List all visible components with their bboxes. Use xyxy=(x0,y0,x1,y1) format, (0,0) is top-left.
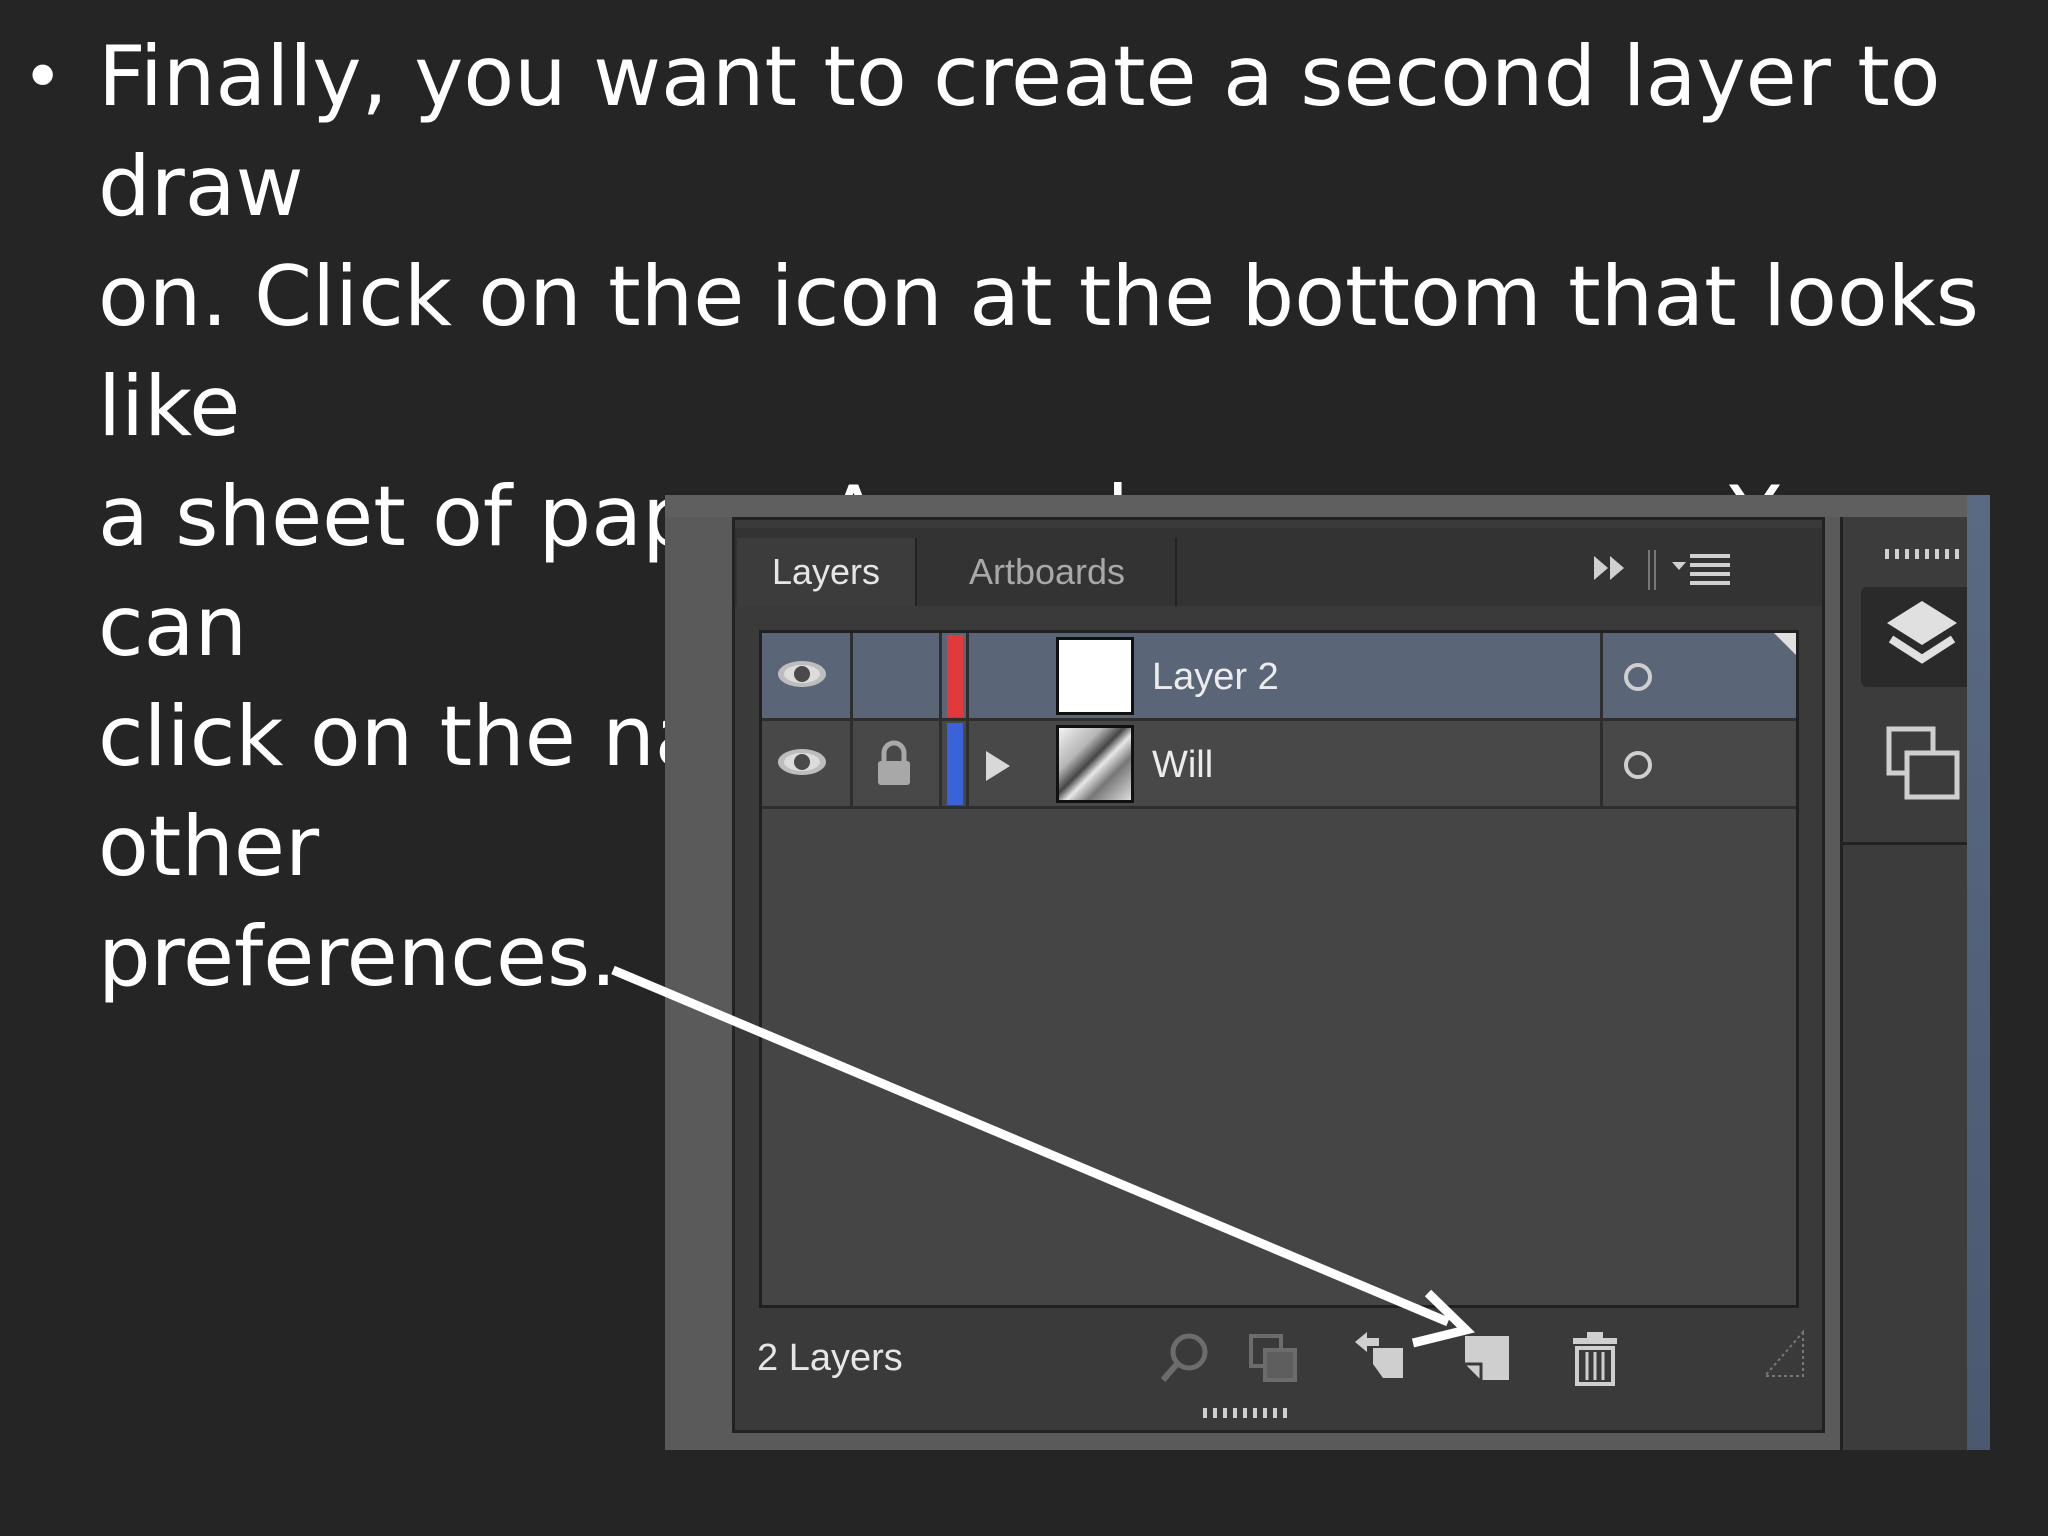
tab-artboards[interactable]: Artboards xyxy=(919,538,1177,606)
layer-name[interactable]: Layer 2 xyxy=(1152,633,1279,721)
artboards-panel-button[interactable] xyxy=(1861,717,1983,817)
layer-row-will[interactable]: Will xyxy=(762,721,1796,809)
panel-tab-bar: Layers Artboards xyxy=(735,528,1822,606)
dock-separator xyxy=(1843,842,1968,845)
layers-panel-button[interactable] xyxy=(1861,587,1983,687)
eye-icon[interactable] xyxy=(776,743,828,781)
column-divider xyxy=(850,633,853,718)
layers-panel-icon xyxy=(1887,601,1957,664)
layer-thumbnail xyxy=(1056,637,1134,715)
double-chevron-right-icon[interactable] xyxy=(1590,548,1634,599)
create-sublayer-icon[interactable] xyxy=(1349,1328,1409,1388)
lock-icon[interactable] xyxy=(874,739,914,787)
layer-row-layer-2[interactable]: Layer 2 xyxy=(762,633,1796,721)
target-circle-icon[interactable] xyxy=(1622,661,1654,693)
vertical-scrollbar[interactable] xyxy=(1967,495,1990,1450)
layer-count-status: 2 Layers xyxy=(757,1337,903,1379)
dock-grip-icon[interactable] xyxy=(1883,547,1973,561)
column-divider xyxy=(966,721,969,806)
column-divider xyxy=(939,721,942,806)
column-divider xyxy=(1600,633,1603,718)
delete-layer-icon[interactable] xyxy=(1565,1328,1625,1388)
tab-layers[interactable]: Layers xyxy=(737,538,917,606)
slide-line-1: Finally, you want to create a second lay… xyxy=(98,28,1941,235)
layer-thumbnail xyxy=(1056,725,1134,803)
layer-name[interactable]: Will xyxy=(1152,721,1213,809)
slide-bullet: • xyxy=(22,36,64,118)
layers-panel-screenshot: Layers Artboards Layer 2 Will 2 Layers xyxy=(665,495,1990,1450)
new-layer-icon[interactable] xyxy=(1457,1328,1517,1388)
panel-dock xyxy=(1840,517,1983,1450)
layer-list: Layer 2 Will xyxy=(759,630,1799,1308)
column-divider xyxy=(1600,721,1603,806)
slide-line-2: on. Click on the icon at the bottom that… xyxy=(98,248,1979,455)
panel-divider-icon xyxy=(1645,548,1659,603)
layer-color-bar xyxy=(947,635,963,717)
panel-grip-icon[interactable] xyxy=(1201,1406,1291,1420)
expand-triangle-icon[interactable] xyxy=(986,751,1010,781)
column-divider xyxy=(850,721,853,806)
column-divider xyxy=(966,633,969,718)
layers-panel: Layers Artboards Layer 2 Will 2 Layers xyxy=(732,517,1825,1433)
resize-grip-icon[interactable] xyxy=(1765,1328,1805,1378)
panel-menu-icon[interactable] xyxy=(1670,548,1734,599)
artboards-panel-icon xyxy=(1886,726,1960,800)
panel-top-strip xyxy=(665,495,1990,517)
locate-object-icon[interactable] xyxy=(1155,1328,1215,1388)
selection-corner-icon xyxy=(1774,633,1796,655)
layer-color-bar xyxy=(947,723,963,805)
make-clipping-mask-icon[interactable] xyxy=(1243,1328,1303,1388)
eye-icon[interactable] xyxy=(776,655,828,693)
target-circle-icon[interactable] xyxy=(1622,749,1654,781)
column-divider xyxy=(939,633,942,718)
